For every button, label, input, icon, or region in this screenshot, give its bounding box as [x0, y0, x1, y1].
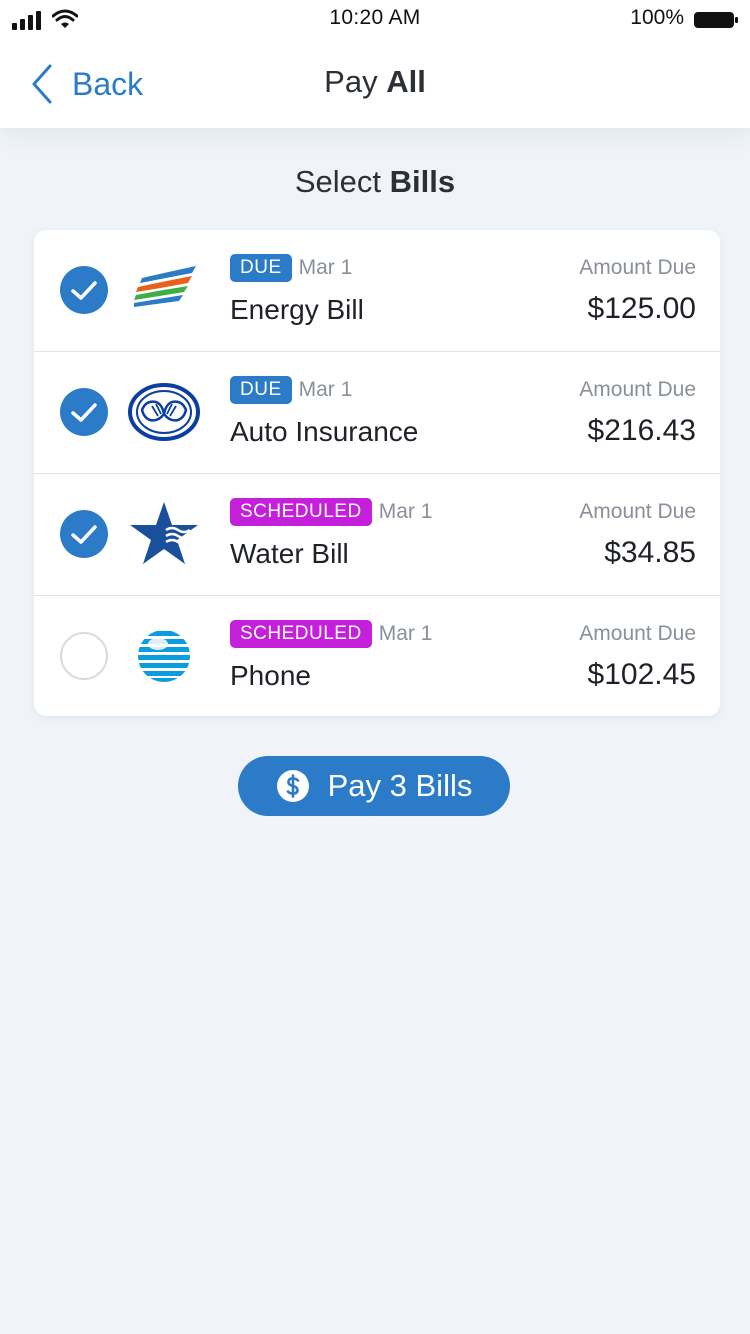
bill-status-line: DUE Mar 1 — [230, 254, 352, 282]
page-title: Pay All — [0, 64, 750, 100]
energy-logo-icon — [134, 266, 196, 307]
bill-row-phone[interactable]: SCHEDULED Mar 1 Phone Amount Due $102.45 — [34, 596, 720, 716]
checkbox-checked-icon[interactable] — [60, 388, 108, 436]
bill-list: DUE Mar 1 Energy Bill Amount Due $125.00… — [34, 230, 720, 716]
due-date: Mar 1 — [298, 378, 353, 401]
bill-row-water[interactable]: SCHEDULED Mar 1 Water Bill Amount Due $3… — [34, 474, 720, 596]
bill-row-energy[interactable]: DUE Mar 1 Energy Bill Amount Due $125.00 — [34, 230, 720, 352]
pay-all-screen: 10:20 AM 100% Back Pay All Select Bills — [0, 0, 750, 1334]
status-badge: SCHEDULED — [230, 498, 372, 526]
bill-status-line: DUE Mar 1 — [230, 376, 352, 404]
status-badge: DUE — [230, 254, 292, 282]
bill-name: Energy Bill — [230, 294, 364, 325]
pay-button-label: Pay 3 Bills — [327, 768, 473, 803]
section-title-prefix: Select — [294, 164, 390, 199]
amount-due-value: $216.43 — [587, 414, 696, 447]
pay-bills-button[interactable]: Pay 3 Bills — [238, 756, 510, 816]
due-date: Mar 1 — [298, 256, 353, 279]
bill-status-line: SCHEDULED Mar 1 — [230, 620, 432, 648]
status-bar: 10:20 AM 100% — [0, 0, 750, 40]
navigation-bar: Back Pay All — [0, 44, 750, 124]
bill-name: Water Bill — [230, 538, 349, 569]
amount-due-label: Amount Due — [579, 622, 696, 645]
dollar-circle-icon — [276, 770, 309, 802]
bill-name: Auto Insurance — [230, 416, 419, 447]
amount-due-value: $102.45 — [587, 658, 696, 691]
bill-status-line: SCHEDULED Mar 1 — [230, 498, 432, 526]
battery-icon — [694, 12, 738, 28]
page-title-prefix: Pay — [324, 64, 387, 99]
amount-due-label: Amount Due — [579, 256, 696, 279]
status-badge: DUE — [230, 376, 292, 404]
section-title-emphasis: Bills — [389, 164, 456, 199]
due-date: Mar 1 — [378, 500, 433, 523]
bill-name: Phone — [230, 660, 311, 691]
checkbox-checked-icon[interactable] — [60, 510, 108, 558]
amount-due-label: Amount Due — [579, 500, 696, 523]
section-title: Select Bills — [0, 164, 750, 200]
bill-row-auto-insurance[interactable]: DUE Mar 1 Auto Insurance Amount Due $216… — [34, 352, 720, 474]
status-badge: SCHEDULED — [230, 620, 372, 648]
allstate-hands-logo-icon — [128, 383, 200, 441]
checkbox-checked-icon[interactable] — [60, 266, 108, 314]
water-star-logo-icon — [130, 502, 198, 564]
top-bar: 10:20 AM 100% Back Pay All — [0, 0, 750, 128]
checkbox-unchecked-icon[interactable] — [60, 632, 108, 680]
page-title-emphasis: All — [386, 64, 426, 99]
amount-due-label: Amount Due — [579, 378, 696, 401]
att-globe-logo-icon — [138, 630, 190, 682]
due-date: Mar 1 — [378, 622, 433, 645]
amount-due-value: $125.00 — [587, 292, 696, 325]
amount-due-value: $34.85 — [604, 536, 696, 569]
battery-percentage: 100% — [630, 6, 684, 29]
